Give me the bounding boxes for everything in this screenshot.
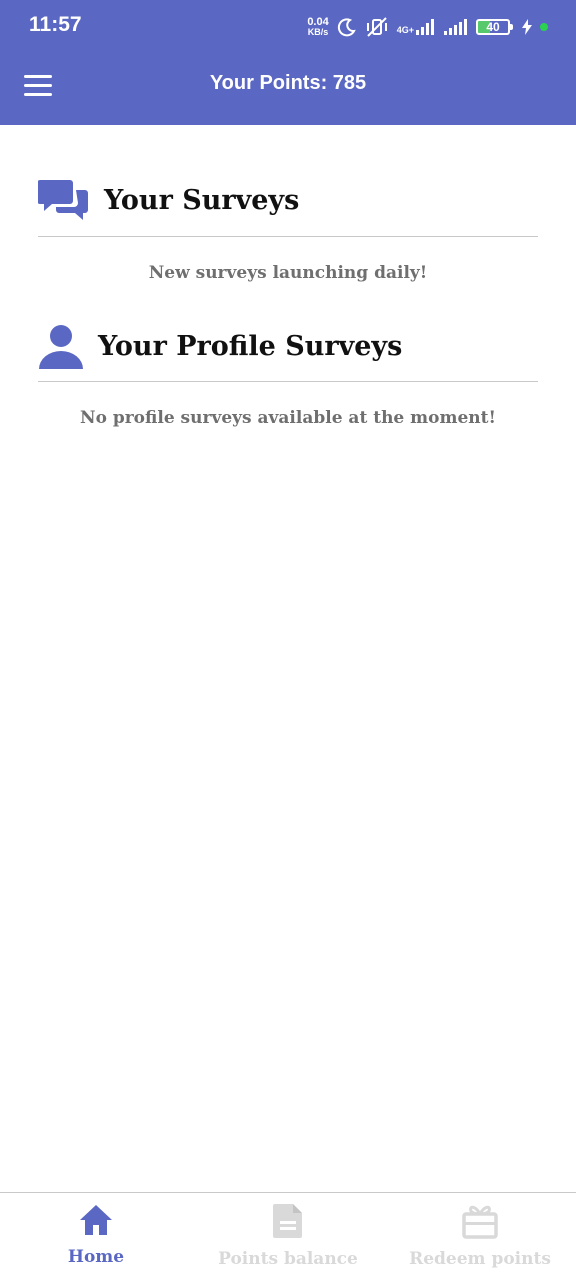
bottom-navigation: Home Points balance Redeem points — [0, 1192, 576, 1280]
profile-surveys-message: No profile surveys available at the mome… — [80, 408, 496, 428]
nav-home[interactable]: Home — [0, 1193, 192, 1280]
surveys-message: New surveys launching daily! — [148, 263, 428, 283]
privacy-dot — [540, 23, 548, 31]
nav-redeem-points[interactable]: Redeem points — [384, 1193, 576, 1280]
gift-icon — [462, 1205, 498, 1239]
chat-bubbles-icon — [38, 180, 88, 220]
net-speed-value: 0.04 — [307, 16, 329, 28]
network-type: 4G+ — [396, 25, 414, 35]
points-title: Your Points: 785 — [209, 72, 367, 94]
charging-icon — [522, 19, 532, 35]
status-bar: 11:57 0.04 KB/s 4G+ 40 — [0, 0, 576, 52]
profile-surveys-title: Your Profile Surveys — [98, 330, 403, 362]
net-speed-unit: KB/s — [307, 27, 329, 37]
nav-points-balance-label: Points balance — [218, 1249, 358, 1269]
nav-home-label: Home — [67, 1247, 125, 1267]
signal-icon-2 — [444, 19, 467, 35]
battery-indicator: 40 — [476, 19, 513, 35]
nav-points-balance[interactable]: Points balance — [192, 1193, 384, 1280]
status-time: 11:57 — [29, 13, 82, 36]
vibrate-off-icon — [366, 17, 387, 37]
surveys-divider — [38, 236, 538, 237]
home-icon — [80, 1205, 112, 1235]
moon-icon — [337, 18, 356, 37]
top-header: 11:57 0.04 KB/s 4G+ 40 Your Points: 785 — [0, 0, 576, 125]
surveys-section-header: Your Surveys — [38, 172, 538, 228]
net-speed: 0.04 KB/s — [307, 16, 329, 38]
document-icon — [273, 1204, 302, 1238]
signal-icon — [416, 19, 434, 35]
user-icon — [39, 325, 83, 369]
app-bar: Your Points: 785 — [0, 52, 576, 125]
surveys-title: Your Surveys — [104, 184, 300, 216]
nav-redeem-points-label: Redeem points — [409, 1249, 551, 1269]
profile-surveys-section-header: Your Profile Surveys — [38, 318, 538, 374]
status-icons: 0.04 KB/s 4G+ 40 — [307, 15, 548, 39]
profile-surveys-divider — [38, 381, 538, 382]
mobile-signal: 4G+ — [397, 19, 436, 35]
